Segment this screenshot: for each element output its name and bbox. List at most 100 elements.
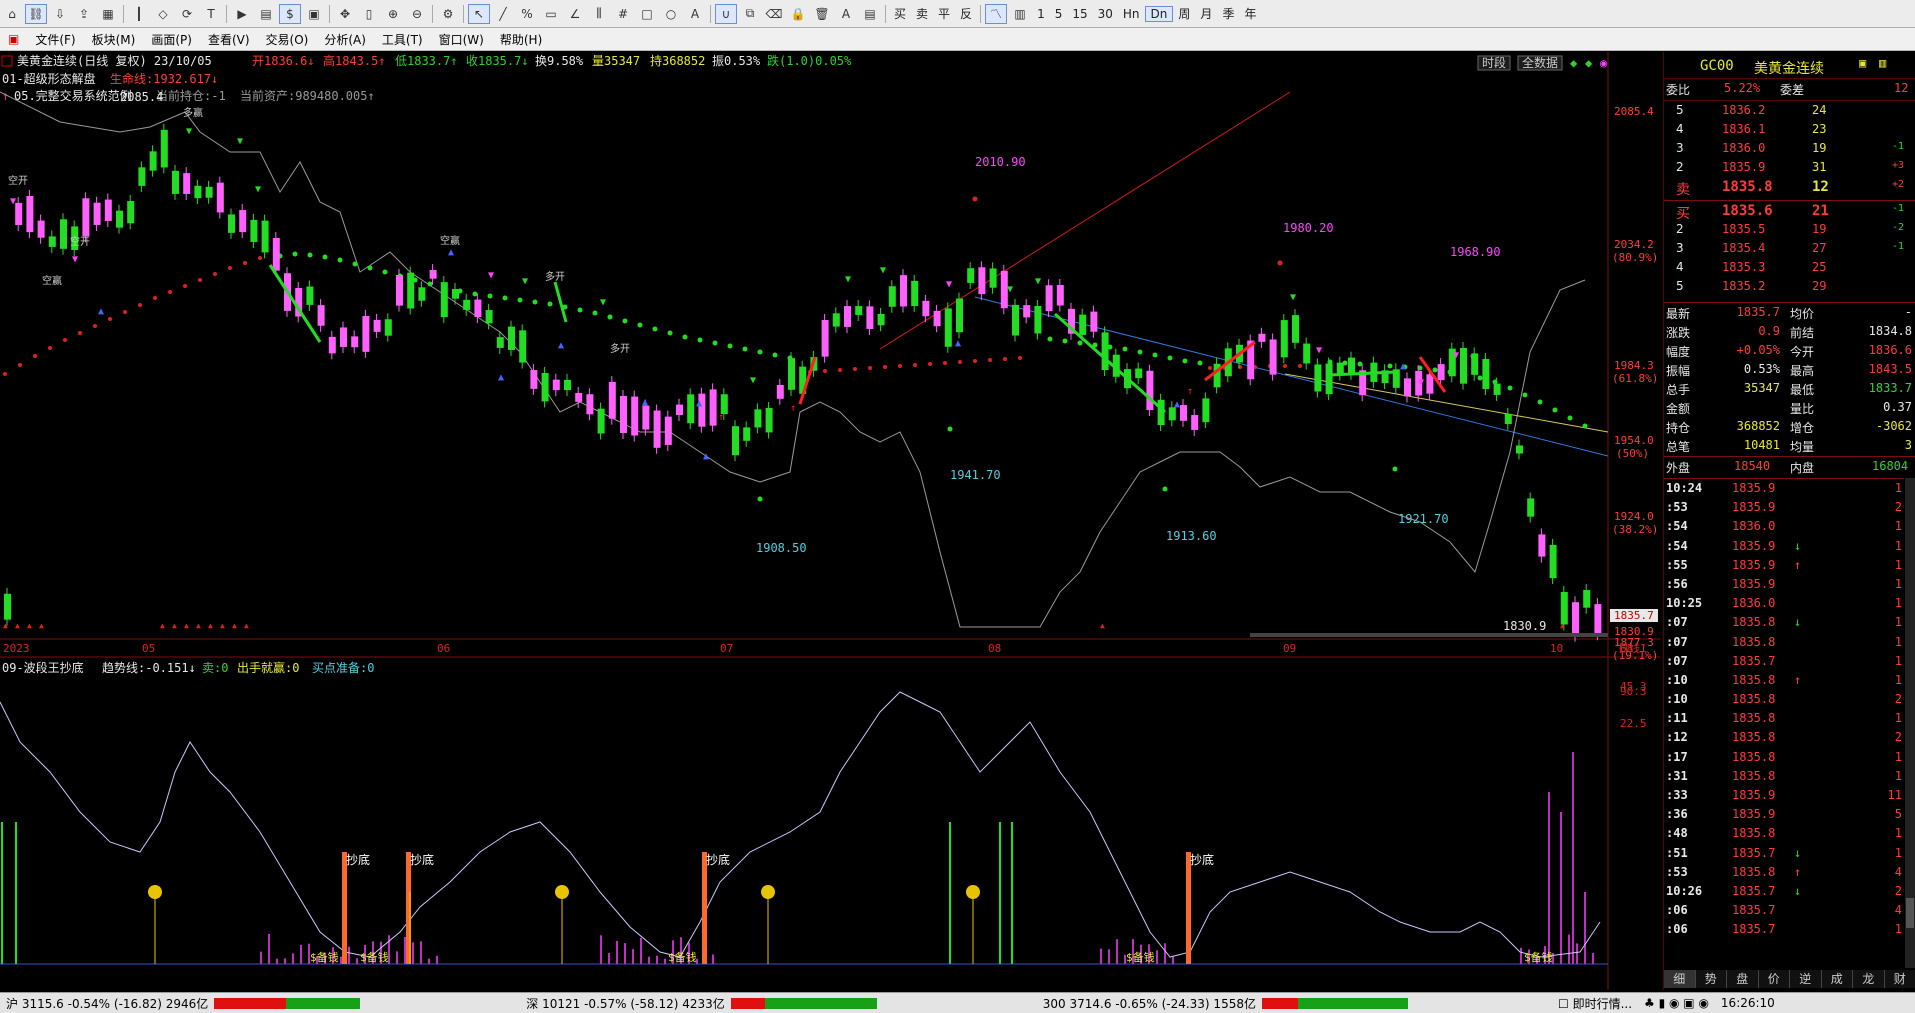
period-year[interactable]: 年 bbox=[1239, 5, 1261, 22]
bar-icon[interactable]: ▯ bbox=[358, 4, 380, 24]
channel-icon[interactable]: ⫼ bbox=[588, 4, 610, 24]
cursor-icon[interactable]: ↖ bbox=[468, 4, 490, 24]
sz-index[interactable]: 深 10121 -0.57% (-58.12) 4233亿 bbox=[520, 995, 730, 1012]
menu-trade[interactable]: 交易(O) bbox=[258, 31, 317, 48]
menu-window[interactable]: 窗口(W) bbox=[431, 31, 492, 48]
panel-tab[interactable]: 细 bbox=[1664, 970, 1696, 988]
tray-icons[interactable]: ♣ ▮ ◉ ▣ ◉ bbox=[1638, 996, 1715, 1010]
tick-list[interactable]: 10:24 1835.9 1:53 1835.9 2:54 1836.0 1:5… bbox=[1664, 478, 1904, 940]
percent-icon[interactable]: % bbox=[516, 4, 538, 24]
settings-icon[interactable]: ⚙ bbox=[437, 4, 459, 24]
bid-row[interactable]: 3 1835.4 27 -1 bbox=[1664, 239, 1915, 258]
refresh-icon[interactable]: ⟳ bbox=[176, 4, 198, 24]
menu-view[interactable]: 查看(V) bbox=[200, 31, 258, 48]
panel-tab[interactable]: 龙 bbox=[1853, 970, 1885, 988]
bid-row[interactable]: 5 1835.2 29 bbox=[1664, 277, 1915, 296]
price-label-382: (38.2%) bbox=[1612, 523, 1658, 536]
panel-tab[interactable]: 成 bbox=[1822, 970, 1854, 988]
svg-text:▼: ▼ bbox=[72, 254, 78, 265]
menu-board[interactable]: 板块(M) bbox=[84, 31, 144, 48]
candle-body bbox=[553, 380, 560, 390]
dollar-icon[interactable]: $ bbox=[279, 4, 301, 24]
news-link[interactable]: ☐ 即时行情... bbox=[1552, 995, 1638, 1012]
panel-toggle-icon[interactable]: ▥ bbox=[1879, 56, 1886, 70]
download-icon[interactable]: ⇩ bbox=[49, 4, 71, 24]
ask-row[interactable]: 5 1836.2 24 bbox=[1664, 101, 1915, 120]
period-month[interactable]: 月 bbox=[1195, 5, 1217, 22]
link-icon[interactable]: ⛓ bbox=[25, 4, 47, 24]
ruler-icon[interactable]: ▭ bbox=[540, 4, 562, 24]
period-30[interactable]: 30 bbox=[1093, 7, 1118, 21]
calc-icon[interactable]: ▣ bbox=[303, 4, 325, 24]
zoom-out-icon[interactable]: ⊖ bbox=[406, 4, 428, 24]
save-icon[interactable]: ▤ bbox=[859, 4, 881, 24]
home-icon[interactable]: ⌂ bbox=[1, 4, 23, 24]
panel-tab[interactable]: 财 bbox=[1885, 970, 1915, 988]
diamond-icon[interactable]: ◇ bbox=[152, 4, 174, 24]
prev-icon[interactable]: ◆ bbox=[1570, 56, 1578, 70]
doc-icon[interactable]: ▤ bbox=[255, 4, 277, 24]
delete-icon[interactable]: 🗑 bbox=[811, 4, 833, 24]
candle-body bbox=[822, 320, 829, 357]
menu-view-page[interactable]: 画面(P) bbox=[143, 31, 200, 48]
tick-time: :51 bbox=[1666, 846, 1688, 860]
stat-label-2: 增仓 bbox=[1790, 419, 1814, 436]
sh-index[interactable]: 沪 3115.6 -0.54% (-16.82) 2946亿 bbox=[0, 995, 214, 1012]
stat-label: 最新 bbox=[1666, 305, 1690, 322]
text-icon[interactable]: T bbox=[200, 4, 222, 24]
period-1[interactable]: 1 bbox=[1032, 7, 1050, 21]
hs300-index[interactable]: 300 3714.6 -0.65% (-24.33) 1558亿 bbox=[1037, 995, 1262, 1012]
panel-tab[interactable]: 逆 bbox=[1790, 970, 1822, 988]
bid-row[interactable]: 4 1835.3 25 bbox=[1664, 258, 1915, 277]
menu-tools[interactable]: 工具(T) bbox=[374, 31, 431, 48]
angle-icon[interactable]: ∠ bbox=[564, 4, 586, 24]
ask-row[interactable]: 4 1836.1 23 bbox=[1664, 120, 1915, 139]
bid-row[interactable]: 2 1835.5 19 -2 bbox=[1664, 220, 1915, 239]
panel-tab[interactable]: 价 bbox=[1759, 970, 1791, 988]
next-icon[interactable]: ◆ bbox=[1585, 56, 1593, 70]
circle-icon[interactable]: ○ bbox=[660, 4, 682, 24]
play-icon[interactable]: ▶ bbox=[231, 4, 253, 24]
menu-help[interactable]: 帮助(H) bbox=[492, 31, 550, 48]
expand-icon[interactable]: ◉ bbox=[1600, 56, 1607, 70]
trade-sell[interactable]: 卖 bbox=[911, 5, 933, 22]
lock-icon[interactable]: 🔒 bbox=[787, 4, 809, 24]
export-icon[interactable]: ⇪ bbox=[73, 4, 95, 24]
menu-file[interactable]: 文件(F) bbox=[27, 31, 83, 48]
period-dn[interactable]: Dn bbox=[1145, 6, 1174, 22]
copy-icon[interactable]: ⧉ bbox=[739, 4, 761, 24]
trade-close[interactable]: 平 bbox=[933, 5, 955, 22]
move-icon[interactable]: ✥ bbox=[334, 4, 356, 24]
text-a-icon[interactable]: A bbox=[684, 4, 706, 24]
magnet-icon[interactable]: ∪ bbox=[715, 4, 737, 24]
panel-tab[interactable]: 势 bbox=[1696, 970, 1728, 988]
panel-tab[interactable]: 盘 bbox=[1727, 970, 1759, 988]
period-5[interactable]: 5 bbox=[1050, 7, 1068, 21]
ask-row[interactable]: 2 1835.9 31 +3 bbox=[1664, 158, 1915, 177]
grid-icon[interactable]: ▦ bbox=[97, 4, 119, 24]
menu-analysis[interactable]: 分析(A) bbox=[316, 31, 374, 48]
trade-reverse[interactable]: 反 bbox=[955, 5, 977, 22]
bid-row[interactable]: 买 1835.6 21 -1 bbox=[1664, 201, 1915, 220]
line-tool-icon[interactable]: ╱ bbox=[492, 4, 514, 24]
ask-row[interactable]: 3 1836.0 19 -1 bbox=[1664, 139, 1915, 158]
trade-buy[interactable]: 买 bbox=[889, 5, 911, 22]
kline-chart[interactable]: 美黄金连续(日线 复权) 23/10/05 开1836.6↓ 高1843.5↑ … bbox=[0, 52, 1660, 990]
hash-icon[interactable]: # bbox=[612, 4, 634, 24]
period-hn[interactable]: Hn bbox=[1118, 7, 1145, 21]
zoom-in-icon[interactable]: ⊕ bbox=[382, 4, 404, 24]
rect-icon[interactable]: □ bbox=[636, 4, 658, 24]
period-quarter[interactable]: 季 bbox=[1217, 5, 1239, 22]
line-chart-icon[interactable]: 〽 bbox=[985, 4, 1007, 24]
kline-chart-icon[interactable]: ▥ bbox=[1009, 4, 1031, 24]
chart-scrollbar[interactable] bbox=[1250, 633, 1608, 637]
ask-row[interactable]: 卖 1835.8 12 +2 bbox=[1664, 177, 1915, 196]
candlestick-icon[interactable]: ┃ bbox=[128, 4, 150, 24]
panel-menu-icon[interactable]: ▣ bbox=[1859, 56, 1866, 70]
svg-text:$备钱: $备钱 bbox=[310, 950, 339, 964]
period-week[interactable]: 周 bbox=[1173, 5, 1195, 22]
eraser-icon[interactable]: ⌫ bbox=[763, 4, 785, 24]
tick-scrollbar[interactable] bbox=[1905, 478, 1915, 968]
period-15[interactable]: 15 bbox=[1067, 7, 1092, 21]
color-icon[interactable]: A bbox=[835, 4, 857, 24]
